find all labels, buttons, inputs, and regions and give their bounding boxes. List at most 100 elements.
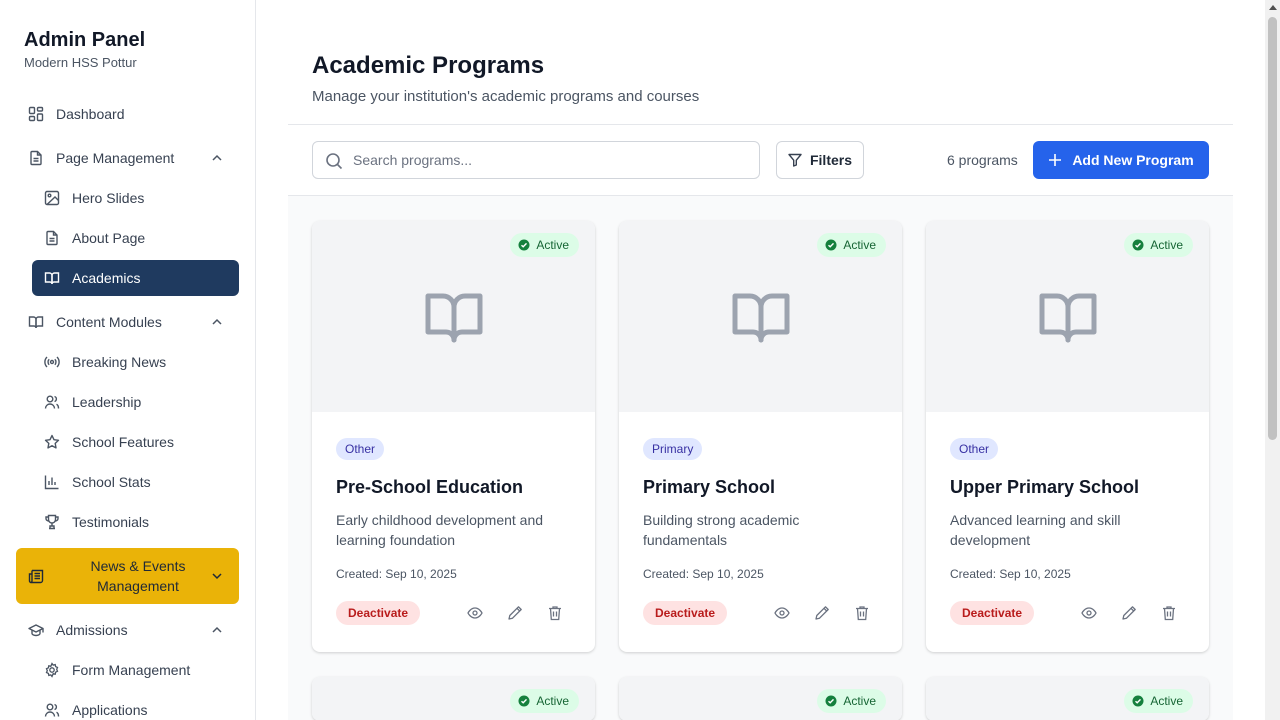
sidebar-item-testimonials[interactable]: Testimonials — [32, 504, 239, 540]
program-thumbnail: Active — [619, 221, 902, 412]
sidebar-item-content-modules[interactable]: Content Modules — [16, 304, 239, 340]
sidebar-item-school-stats[interactable]: School Stats — [32, 464, 239, 500]
trash-icon[interactable] — [1161, 605, 1177, 621]
image-icon — [44, 190, 60, 206]
category-badge: Primary — [643, 438, 703, 460]
sidebar-item-label: Applications — [72, 702, 148, 718]
sidebar-item-leadership[interactable]: Leadership — [32, 384, 239, 420]
check-circle-icon — [1132, 695, 1144, 707]
sidebar-item-admissions[interactable]: Admissions — [16, 612, 239, 648]
pencil-icon[interactable] — [814, 605, 830, 621]
program-created-date: Created: Sep 10, 2025 — [643, 567, 764, 581]
program-card[interactable]: Active — [926, 677, 1209, 720]
program-card[interactable]: Active — [312, 677, 595, 720]
sidebar-item-form-management[interactable]: Form Management — [32, 652, 239, 688]
brand-title: Admin Panel — [24, 29, 146, 51]
sidebar-item-label: Dashboard — [56, 106, 125, 122]
program-thumbnail: Active — [926, 677, 1209, 720]
status-label: Active — [1150, 238, 1183, 252]
radio-icon — [44, 354, 60, 370]
trash-icon[interactable] — [854, 605, 870, 621]
add-new-program-button[interactable]: Add New Program — [1033, 141, 1209, 179]
layout-grid-icon — [28, 106, 44, 122]
sidebar-item-page-management[interactable]: Page Management — [16, 140, 239, 176]
page-subtitle: Manage your institution's academic progr… — [312, 88, 700, 105]
book-open-icon — [1039, 291, 1097, 343]
sidebar-item-breaking-news[interactable]: Breaking News — [32, 344, 239, 380]
sidebar-item-label: About Page — [72, 230, 146, 246]
users-icon — [44, 394, 60, 410]
users-icon — [44, 702, 60, 718]
programs-grid: Active Other Pre-School Education Early … — [288, 195, 1233, 720]
program-card[interactable]: Active Other Upper Primary School Advanc… — [926, 221, 1209, 652]
sidebar-item-label: Leadership — [72, 394, 142, 410]
sidebar-item-label: Page Management — [56, 150, 175, 166]
program-count: 6 programs — [947, 152, 1018, 168]
status-badge: Active — [817, 689, 886, 713]
sidebar-item-label: Admissions — [56, 622, 128, 638]
main-content: Academic Programs Manage your institutio… — [288, 0, 1233, 720]
filters-button[interactable]: Filters — [776, 141, 864, 179]
sidebar-item-hero-slides[interactable]: Hero Slides — [32, 180, 239, 216]
newspaper-icon — [28, 568, 44, 584]
scrollbar-thumb[interactable] — [1268, 17, 1277, 440]
deactivate-button[interactable]: Deactivate — [643, 601, 728, 625]
sidebar-item-label: School Stats — [72, 474, 151, 490]
scroll-up-arrow-icon[interactable] — [1269, 5, 1277, 10]
sidebar-item-news-events[interactable]: News & Events Management — [16, 548, 239, 604]
file-text-icon — [44, 230, 60, 246]
star-icon — [44, 434, 60, 450]
eye-icon[interactable] — [1081, 605, 1097, 621]
category-badge: Other — [336, 438, 385, 460]
status-badge: Active — [817, 233, 886, 257]
sidebar-item-applications[interactable]: Applications — [32, 692, 239, 720]
program-card[interactable]: Active — [619, 677, 902, 720]
search-icon — [325, 152, 343, 170]
program-card[interactable]: Active Other Pre-School Education Early … — [312, 221, 595, 652]
search-box — [312, 141, 760, 179]
chevron-up-icon[interactable] — [209, 314, 225, 330]
sidebar-item-label: Content Modules — [56, 314, 162, 330]
deactivate-button[interactable]: Deactivate — [950, 601, 1035, 625]
sidebar-item-label: News & Events Management — [90, 558, 186, 594]
book-open-icon — [44, 270, 60, 286]
pencil-icon[interactable] — [1121, 605, 1137, 621]
program-card[interactable]: Active Primary Primary School Building s… — [619, 221, 902, 652]
program-description: Building strong academic fundamentals — [643, 512, 800, 548]
bar-chart-icon — [44, 474, 60, 490]
pencil-icon[interactable] — [507, 605, 523, 621]
program-title: Pre-School Education — [336, 477, 524, 497]
chevron-up-icon[interactable] — [209, 150, 225, 166]
sidebar: Admin Panel Modern HSS Pottur Dashboard … — [0, 0, 256, 720]
sidebar-item-school-features[interactable]: School Features — [32, 424, 239, 460]
brand-subtitle: Modern HSS Pottur — [24, 55, 137, 70]
sidebar-item-about-page[interactable]: About Page — [32, 220, 239, 256]
check-circle-icon — [518, 239, 530, 251]
eye-icon[interactable] — [467, 605, 483, 621]
deactivate-button[interactable]: Deactivate — [336, 601, 421, 625]
search-input[interactable] — [353, 152, 733, 168]
program-description: Advanced learning and skill development — [950, 512, 1121, 548]
eye-icon[interactable] — [774, 605, 790, 621]
program-title: Primary School — [643, 477, 776, 497]
add-new-program-label: Add New Program — [1072, 152, 1194, 168]
book-open-icon — [28, 314, 44, 330]
chevron-down-icon[interactable] — [209, 568, 225, 584]
program-created-date: Created: Sep 10, 2025 — [950, 567, 1071, 581]
check-circle-icon — [1132, 239, 1144, 251]
chevron-up-icon[interactable] — [209, 622, 225, 638]
sidebar-item-label: Hero Slides — [72, 190, 145, 206]
program-thumbnail: Active — [312, 221, 595, 412]
status-badge: Active — [510, 233, 579, 257]
page-scrollbar[interactable] — [1265, 0, 1280, 720]
filter-icon — [788, 153, 802, 167]
book-open-icon — [425, 291, 483, 343]
sidebar-item-dashboard[interactable]: Dashboard — [16, 96, 239, 132]
trash-icon[interactable] — [547, 605, 563, 621]
header-divider — [288, 124, 1233, 125]
file-text-icon — [28, 150, 44, 166]
brand: Admin Panel Modern HSS Pottur — [24, 28, 145, 70]
sidebar-item-academics[interactable]: Academics — [32, 260, 239, 296]
program-created-date: Created: Sep 10, 2025 — [336, 567, 457, 581]
status-badge: Active — [510, 689, 579, 713]
